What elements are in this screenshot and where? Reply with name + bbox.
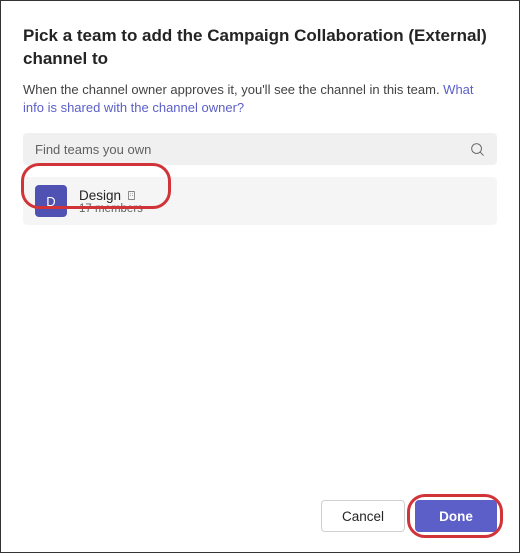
subtitle-text: When the channel owner approves it, you'…: [23, 82, 443, 97]
search-box[interactable]: [23, 133, 497, 165]
search-icon: [470, 142, 485, 157]
cancel-button[interactable]: Cancel: [321, 500, 405, 532]
team-info: Design 17 members: [79, 188, 143, 215]
done-button[interactable]: Done: [415, 500, 497, 532]
team-avatar: D: [35, 185, 67, 217]
team-members: 17 members: [79, 203, 143, 215]
team-name: Design: [79, 188, 121, 203]
dialog-footer: Cancel Done: [23, 500, 497, 532]
search-input[interactable]: [35, 142, 470, 157]
dialog-subtitle: When the channel owner approves it, you'…: [23, 81, 497, 117]
org-icon: [126, 190, 137, 201]
team-row[interactable]: D Design 17 members: [23, 177, 497, 225]
dialog-title: Pick a team to add the Campaign Collabor…: [23, 25, 497, 71]
